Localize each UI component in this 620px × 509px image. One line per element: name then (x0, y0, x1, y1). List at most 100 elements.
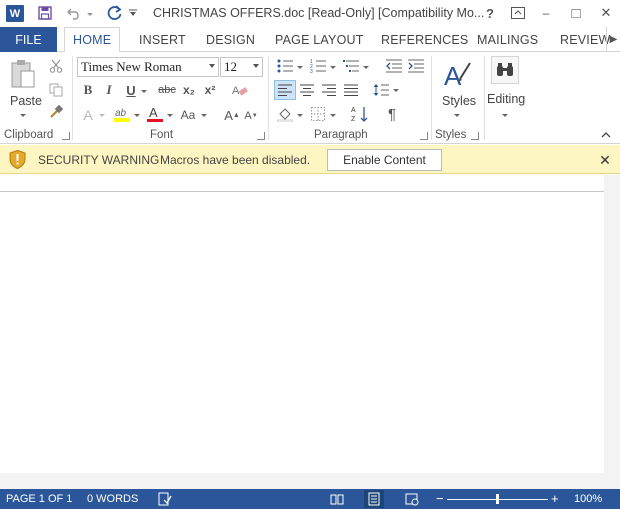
font-name-dropdown-icon[interactable] (209, 64, 215, 68)
paragraph-dialog-launcher[interactable] (420, 132, 428, 140)
underline-button[interactable]: U (123, 81, 139, 99)
font-dialog-launcher[interactable] (257, 132, 265, 140)
paste-dropdown-icon[interactable] (19, 112, 27, 118)
borders-dropdown-icon[interactable] (329, 112, 337, 118)
styles-dialog-launcher[interactable] (471, 132, 479, 140)
styles-button[interactable]: Styles (442, 94, 476, 108)
tab-design[interactable]: DESIGN (206, 27, 255, 52)
page-count[interactable]: PAGE 1 OF 1 (6, 493, 72, 505)
font-size-dropdown-icon[interactable] (253, 64, 259, 68)
shrink-font-button[interactable]: A ▼ (244, 108, 258, 124)
bullets-icon[interactable] (276, 58, 294, 74)
svg-text:A: A (351, 107, 356, 114)
zoom-level[interactable]: 100% (574, 493, 602, 505)
text-effects-button[interactable]: A (80, 106, 96, 124)
restore-button[interactable]: □ (564, 2, 588, 24)
bullets-dropdown-icon[interactable] (296, 64, 304, 70)
copy-icon[interactable] (48, 82, 64, 98)
close-warning-icon[interactable]: ✕ (597, 152, 613, 168)
zoom-out-button[interactable]: − (436, 491, 444, 506)
tab-review[interactable]: REVIEW (560, 27, 611, 52)
shading-dropdown-icon[interactable] (296, 112, 304, 118)
read-mode-icon[interactable] (330, 492, 344, 506)
line-spacing-dropdown-icon[interactable] (392, 87, 400, 93)
web-layout-icon[interactable] (405, 492, 419, 506)
align-center-icon[interactable] (298, 81, 316, 99)
page-top-edge (0, 191, 604, 192)
save-icon[interactable] (37, 5, 53, 21)
cut-icon[interactable] (48, 58, 64, 74)
paste-icon[interactable] (8, 58, 38, 90)
bold-button[interactable]: B (80, 81, 96, 99)
change-case-dropdown-icon[interactable] (200, 112, 208, 118)
svg-text:ab: ab (115, 108, 127, 119)
tab-scroll-right-button[interactable]: ▶ (606, 27, 620, 52)
numbering-dropdown-icon[interactable] (329, 64, 337, 70)
change-case-button[interactable]: Aa (178, 106, 198, 124)
word-app-icon[interactable]: W (6, 5, 24, 22)
status-bar: PAGE 1 OF 1 0 WORDS − + 100% (0, 489, 620, 509)
align-left-icon[interactable] (274, 80, 296, 100)
minimize-button[interactable]: – (534, 2, 558, 24)
zoom-in-button[interactable]: + (551, 491, 559, 506)
text-effects-dropdown-icon[interactable] (98, 112, 106, 118)
multilevel-list-dropdown-icon[interactable] (362, 64, 370, 70)
sort-icon[interactable]: AZ (350, 104, 370, 124)
proofing-icon[interactable] (158, 492, 172, 506)
tab-file[interactable]: FILE (0, 27, 57, 52)
group-label-clipboard: Clipboard (4, 129, 54, 141)
italic-button[interactable]: I (101, 81, 117, 99)
styles-dropdown-icon[interactable] (453, 112, 461, 118)
ribbon-display-options-button[interactable] (506, 2, 530, 24)
document-page[interactable] (0, 175, 604, 473)
subscript-button[interactable]: x₂ (180, 81, 198, 99)
close-button[interactable]: ✕ (594, 2, 618, 24)
tab-insert[interactable]: INSERT (139, 27, 186, 52)
editing-button[interactable]: Editing (487, 92, 525, 106)
print-layout-icon[interactable] (364, 490, 384, 508)
highlight-icon[interactable]: ab (112, 104, 132, 124)
decrease-indent-icon[interactable] (385, 58, 403, 74)
tab-mailings[interactable]: MAILINGS (477, 27, 538, 52)
group-separator (72, 56, 73, 140)
repeat-icon[interactable] (106, 4, 124, 22)
group-separator (484, 56, 485, 140)
zoom-slider-thumb[interactable] (496, 494, 499, 504)
borders-icon[interactable] (309, 105, 327, 123)
paste-label[interactable]: Paste (10, 94, 42, 108)
collapse-ribbon-icon[interactable] (600, 130, 612, 140)
increase-indent-icon[interactable] (407, 58, 425, 74)
justify-icon[interactable] (342, 81, 360, 99)
line-spacing-icon[interactable] (372, 81, 390, 99)
undo-dropdown-icon[interactable] (86, 10, 94, 18)
tab-references[interactable]: REFERENCES (381, 27, 468, 52)
font-color-icon[interactable]: A (146, 104, 164, 124)
font-size-combobox[interactable]: 12 (220, 57, 263, 77)
superscript-button[interactable]: x² (201, 81, 219, 99)
numbering-icon[interactable]: 123 (309, 58, 327, 74)
enable-content-button[interactable]: Enable Content (327, 149, 442, 171)
editing-dropdown-icon[interactable] (501, 112, 509, 118)
show-formatting-button[interactable]: ¶ (383, 105, 401, 123)
grow-font-button[interactable]: A ▲ (224, 106, 240, 124)
undo-icon[interactable] (66, 5, 82, 21)
help-button[interactable]: ? (478, 2, 502, 24)
align-right-icon[interactable] (320, 81, 338, 99)
styles-icon[interactable]: A (442, 58, 472, 90)
group-label-paragraph: Paragraph (314, 129, 368, 141)
word-count[interactable]: 0 WORDS (87, 493, 138, 505)
tab-page-layout[interactable]: PAGE LAYOUT (275, 27, 364, 52)
tab-home[interactable]: HOME (64, 27, 121, 53)
find-binoculars-icon[interactable] (491, 56, 519, 84)
highlight-dropdown-icon[interactable] (133, 112, 141, 118)
clipboard-dialog-launcher[interactable] (62, 132, 70, 140)
font-name-combobox[interactable]: Times New Roman (77, 57, 219, 77)
shading-icon[interactable] (276, 105, 294, 123)
strikethrough-button[interactable]: abc (156, 81, 178, 99)
clear-formatting-icon[interactable]: A (231, 81, 249, 99)
multilevel-list-icon[interactable] (342, 58, 360, 74)
font-color-dropdown-icon[interactable] (166, 112, 174, 118)
format-painter-icon[interactable] (48, 104, 64, 120)
customize-toolbar-icon[interactable] (128, 8, 138, 18)
underline-dropdown-icon[interactable] (140, 88, 148, 94)
